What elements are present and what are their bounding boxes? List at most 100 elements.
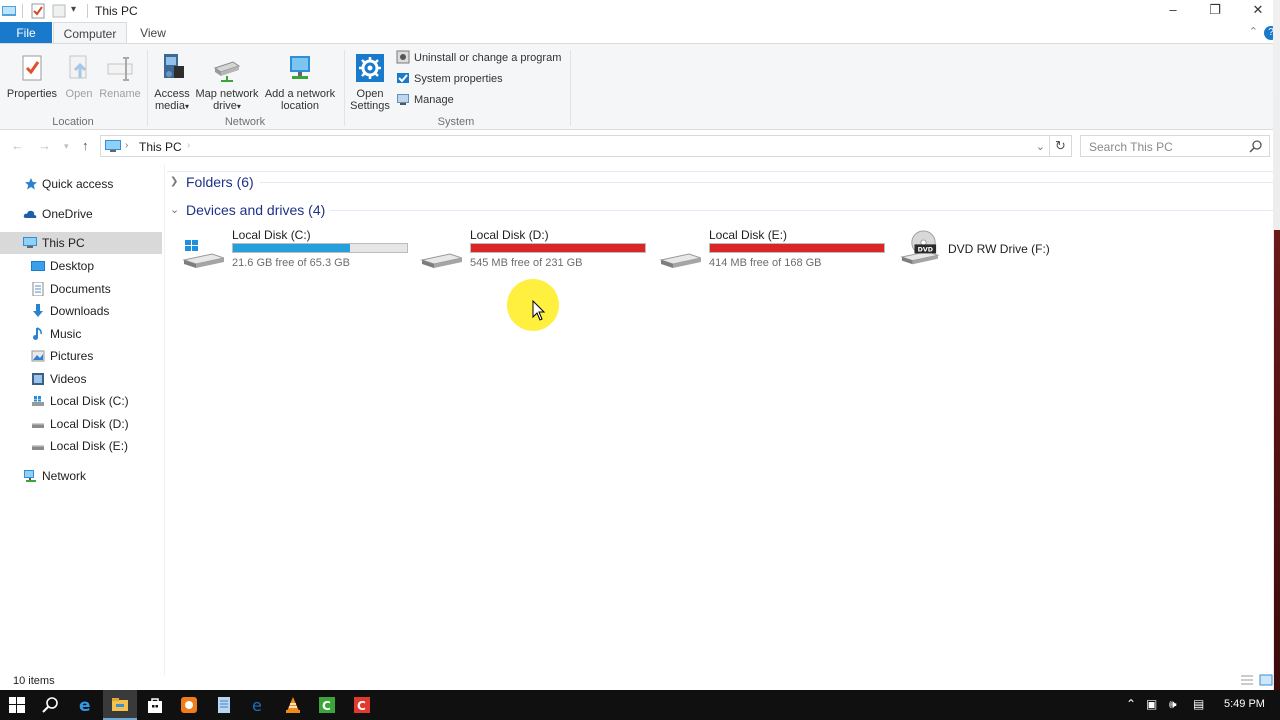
drive-tile-d[interactable]: Local Disk (D:) 545 MB free of 231 GB <box>420 226 650 270</box>
group-separator <box>260 182 1273 183</box>
nav-item-desktop[interactable]: Desktop <box>0 255 162 277</box>
drive-usage-bar <box>232 243 408 253</box>
volume-tray-icon[interactable]: 🕪 <box>1169 697 1177 712</box>
start-button[interactable] <box>0 690 34 720</box>
dvd-label: DVD <box>918 247 933 254</box>
uninstall-program-button[interactable]: Uninstall or change a program <box>396 49 561 67</box>
up-arrow-icon[interactable]: ↑ <box>82 138 89 153</box>
nav-item-network[interactable]: Network <box>0 465 162 487</box>
add-network-location-label: Add a network location <box>264 88 336 112</box>
taskbar-clock[interactable]: 5:49 PM <box>1224 698 1265 710</box>
manage-button[interactable]: Manage <box>396 91 454 109</box>
open-settings-label: Open Settings <box>350 88 390 112</box>
nav-item-documents[interactable]: Documents <box>0 278 162 300</box>
nav-item-onedrive[interactable]: OneDrive <box>0 203 162 225</box>
access-media-button[interactable]: Access media▾ <box>151 52 193 113</box>
tab-file[interactable]: File <box>0 22 52 44</box>
minimize-button[interactable]: – <box>1151 0 1195 22</box>
tab-computer[interactable]: Computer <box>53 22 127 44</box>
drive-usage-fill <box>471 244 645 252</box>
open-settings-button[interactable]: Open Settings <box>348 52 392 112</box>
back-arrow-icon[interactable]: ← <box>11 138 24 153</box>
forward-arrow-icon[interactable]: → <box>38 138 51 153</box>
nav-item-videos[interactable]: Videos <box>0 368 162 390</box>
action-center-icon[interactable]: ▤ <box>1193 697 1204 711</box>
breadcrumb-chevron-icon[interactable]: › <box>125 140 128 151</box>
ribbon-collapse-chevron-icon[interactable]: ⌃ <box>1249 25 1258 38</box>
store-bag-icon <box>148 698 162 713</box>
drive-tile-c[interactable]: Local Disk (C:) 21.6 GB free of 65.3 GB <box>182 226 412 270</box>
edge-browser-icon: e <box>79 696 91 714</box>
properties-label: Properties <box>6 88 58 100</box>
large-icons-view-icon[interactable] <box>1259 674 1273 686</box>
properties-quick-icon[interactable] <box>31 3 45 19</box>
properties-icon <box>22 55 42 81</box>
group-separator <box>330 210 1273 211</box>
uninstall-label: Uninstall or change a program <box>414 52 562 64</box>
taskbar-app-ie[interactable]: e <box>241 690 275 720</box>
pane-divider[interactable] <box>164 164 165 676</box>
show-hidden-icons-chevron-icon[interactable]: ⌃ <box>1126 697 1136 711</box>
taskbar-app-orange[interactable] <box>172 690 206 720</box>
search-icon[interactable] <box>1249 139 1263 153</box>
map-network-drive-button[interactable]: Map network drive▾ <box>194 52 260 113</box>
drive-name: Local Disk (C:) <box>232 228 311 242</box>
desktop-background-edge <box>1274 230 1280 690</box>
new-folder-quick-icon[interactable] <box>52 3 66 19</box>
nav-item-pictures[interactable]: Pictures <box>0 345 162 367</box>
drive-tile-dvd[interactable]: DVD DVD RW Drive (F:) <box>898 226 1058 270</box>
nav-label: Network <box>42 469 87 483</box>
nav-item-local-disk-e[interactable]: Local Disk (E:) <box>0 435 162 457</box>
maximize-button[interactable]: ❐ <box>1193 0 1237 22</box>
drive-usage-bar <box>470 243 646 253</box>
breadcrumb-this-pc[interactable]: This PC <box>139 140 182 154</box>
explorer-window-icon[interactable] <box>2 3 16 19</box>
nav-item-music[interactable]: Music <box>0 323 162 345</box>
taskbar-app-recorder[interactable]: C <box>345 690 379 720</box>
ribbon-divider <box>344 50 345 126</box>
search-taskbar-button[interactable] <box>34 690 68 720</box>
recent-locations-chevron-icon[interactable]: ▾ <box>64 141 69 152</box>
drive-tile-e[interactable]: Local Disk (E:) 414 MB free of 168 GB <box>659 226 889 270</box>
taskbar-app-vlc[interactable] <box>276 690 310 720</box>
add-network-location-button[interactable]: Add a network location <box>262 52 338 112</box>
taskbar-app-notes[interactable] <box>207 690 241 720</box>
pictures-icon <box>31 350 45 362</box>
breadcrumb-chevron-icon[interactable]: › <box>187 140 190 151</box>
nav-item-local-disk-c[interactable]: Local Disk (C:) <box>0 390 162 412</box>
drive-name: Local Disk (D:) <box>470 228 549 242</box>
address-bar[interactable]: › This PC › ⌄ <box>100 135 1050 157</box>
ribbon: Properties Open Rename Location Access m… <box>0 43 1280 130</box>
nav-label: This PC <box>42 236 85 250</box>
nav-label: OneDrive <box>42 207 93 221</box>
nav-item-local-disk-d[interactable]: Local Disk (D:) <box>0 413 162 435</box>
rename-button[interactable]: Rename <box>98 52 142 100</box>
nav-label: Downloads <box>50 304 110 318</box>
address-dropdown-chevron-icon[interactable]: ⌄ <box>1036 140 1045 153</box>
svg-text:C: C <box>322 699 331 713</box>
nav-item-downloads[interactable]: Downloads <box>0 300 162 322</box>
taskbar-file-explorer-app[interactable] <box>103 690 137 720</box>
nav-label: Videos <box>50 372 87 386</box>
taskbar-store-app[interactable] <box>138 690 172 720</box>
taskbar: e e C C ⌃ ▣ 🕪 ▤ 5:49 PM <box>0 690 1280 720</box>
location-group-label: Location <box>52 116 94 128</box>
nav-item-quick-access[interactable]: Quick access <box>0 173 162 195</box>
refresh-button[interactable]: ↻ <box>1050 135 1072 157</box>
network-tray-icon[interactable]: ▣ <box>1146 697 1157 711</box>
properties-button[interactable]: Properties <box>5 52 59 100</box>
open-button[interactable]: Open <box>62 52 96 100</box>
system-group-label: System <box>437 116 475 128</box>
nav-item-this-pc[interactable]: This PC <box>0 232 162 254</box>
system-properties-button[interactable]: System properties <box>396 70 503 88</box>
settings-gear-icon <box>356 54 384 82</box>
customize-quick-access-chevron-icon[interactable]: ▾ <box>71 4 76 20</box>
drive-usage-fill <box>710 244 884 252</box>
notes-app-icon <box>218 697 230 713</box>
taskbar-app-camtasia[interactable]: C <box>310 690 344 720</box>
tab-view[interactable]: View <box>132 22 174 44</box>
address-row: ← → ▾ ↑ › This PC › ⌄ ↻ Search This PC <box>0 134 1280 160</box>
search-input[interactable]: Search This PC <box>1080 135 1270 157</box>
details-view-icon[interactable] <box>1240 674 1254 686</box>
taskbar-edge-app[interactable]: e <box>69 690 103 720</box>
